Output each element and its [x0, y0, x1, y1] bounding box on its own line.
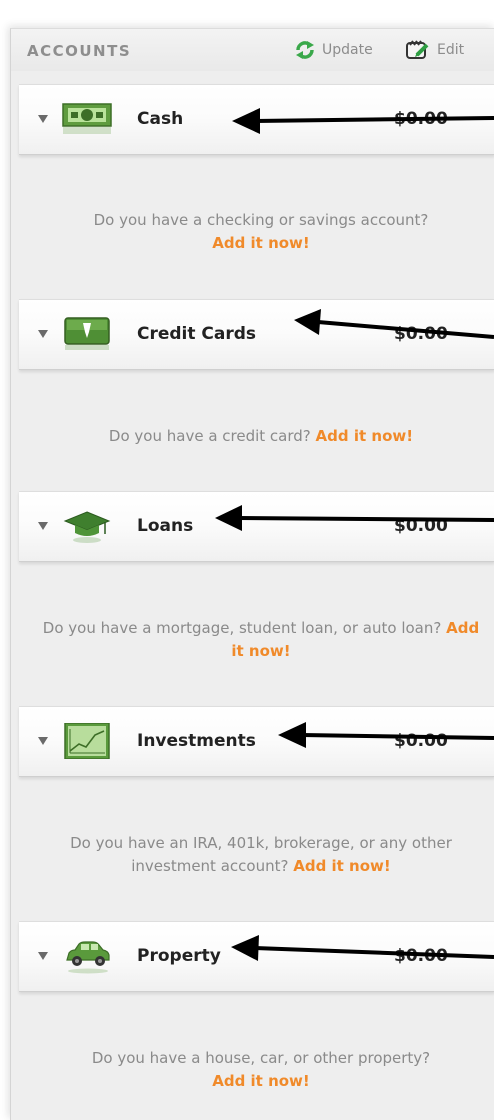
update-label: Update [322, 42, 373, 58]
accounts-panel: ACCOUNTS Update Edit Cash $0.00 Do you h… [10, 28, 494, 1120]
add-property-link[interactable]: Add it now! [212, 1072, 310, 1090]
update-button[interactable]: Update [294, 40, 373, 60]
collapse-arrow-icon[interactable] [38, 737, 48, 745]
collapse-arrow-icon[interactable] [38, 115, 48, 123]
section-header-investments[interactable]: Investments $0.00 [19, 706, 494, 777]
section-header-credit-cards[interactable]: Credit Cards $0.00 [19, 299, 494, 370]
credit-card-icon [64, 317, 110, 350]
section-title-credit-cards: Credit Cards [137, 324, 257, 344]
prompt-text-investments: Do you have an IRA, 401k, brokerage, or … [70, 834, 452, 875]
collapse-arrow-icon[interactable] [38, 330, 48, 338]
section-title-investments: Investments [137, 731, 256, 751]
prompt-text-credit-cards: Do you have a credit card? [108, 427, 311, 445]
section-amount-cash: $0.00 [394, 109, 448, 129]
add-cash-link[interactable]: Add it now! [212, 234, 310, 252]
section-header-property[interactable]: Property $0.00 [19, 921, 494, 992]
prompt-text-loans: Do you have a mortgage, student loan, or… [42, 619, 442, 637]
accounts-title: ACCOUNTS [27, 42, 132, 60]
section-amount-property: $0.00 [394, 946, 448, 966]
car-icon [66, 941, 110, 974]
add-investment-link[interactable]: Add it now! [293, 857, 391, 875]
section-title-property: Property [137, 946, 221, 966]
prompt-text-property: Do you have a house, car, or other prope… [91, 1049, 431, 1067]
section-amount-loans: $0.00 [394, 516, 448, 536]
section-amount-investments: $0.00 [394, 731, 448, 751]
refresh-icon [296, 41, 314, 59]
edit-label: Edit [437, 42, 465, 58]
edit-button[interactable]: Edit [405, 40, 464, 60]
cash-icon [62, 103, 112, 134]
section-title-loans: Loans [137, 516, 194, 536]
prompt-text-cash: Do you have a checking or savings accoun… [93, 211, 429, 229]
graduation-cap-icon [63, 511, 111, 543]
section-header-loans[interactable]: Loans $0.00 [19, 491, 494, 562]
accounts-toolbar: ACCOUNTS Update Edit [11, 29, 494, 71]
section-header-cash[interactable]: Cash $0.00 [19, 84, 494, 155]
section-title-cash: Cash [137, 109, 184, 129]
collapse-arrow-icon[interactable] [38, 952, 48, 960]
prompt-credit-cards: Do you have a credit card? Add it now! [41, 425, 481, 448]
investment-chart-icon [64, 723, 110, 759]
prompt-cash: Do you have a checking or savings accoun… [41, 209, 481, 255]
section-amount-credit-cards: $0.00 [394, 324, 448, 344]
prompt-loans: Do you have a mortgage, student loan, or… [41, 617, 481, 663]
add-credit-card-link[interactable]: Add it now! [316, 427, 414, 445]
prompt-property: Do you have a house, car, or other prope… [41, 1047, 481, 1093]
collapse-arrow-icon[interactable] [38, 522, 48, 530]
prompt-investments: Do you have an IRA, 401k, brokerage, or … [41, 832, 481, 878]
edit-icon [406, 40, 429, 59]
